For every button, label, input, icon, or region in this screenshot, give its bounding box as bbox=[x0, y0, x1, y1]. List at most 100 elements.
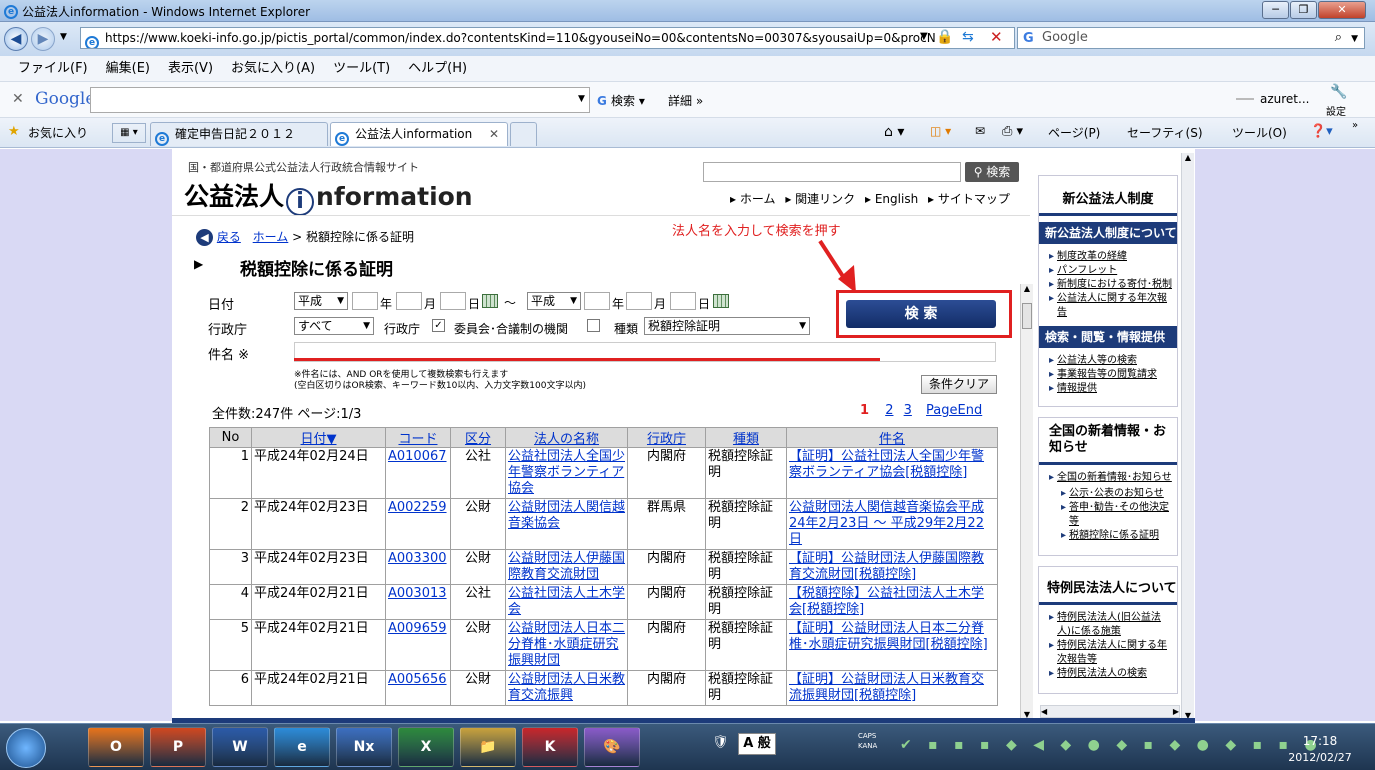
cell-subject-link[interactable]: 公益財団法人関信越音楽協会平成24年2月23日 〜 平成29年2月22日 bbox=[789, 500, 984, 547]
cell-subject-link[interactable]: 【証明】公益財団法人日米教育交流振興財団[税額控除] bbox=[789, 672, 984, 703]
sidebar-link[interactable]: 税額控除に係る証明 bbox=[1061, 529, 1173, 543]
site-search-button[interactable]: ⚲ 検索 bbox=[965, 162, 1019, 182]
clock-time[interactable]: 17:18 bbox=[1290, 734, 1350, 748]
nav-links[interactable]: ▸ 関連リンク bbox=[785, 192, 855, 206]
lock-icon[interactable]: 🔒 bbox=[936, 29, 953, 45]
favorites-star-icon[interactable]: ★ bbox=[8, 124, 20, 139]
refresh-icon[interactable]: ⇆ bbox=[962, 29, 974, 45]
cell-subject-link[interactable]: 【証明】公益社団法人全国少年警察ボランティア協会[税額控除] bbox=[789, 449, 984, 480]
sidebar-link[interactable]: 特例民法法人(旧公益法人)に係る施策 bbox=[1049, 611, 1173, 639]
cell-name[interactable]: 公益財団法人日本二分脊椎･水頭症研究振興財団 bbox=[505, 619, 628, 671]
close-toolbar-icon[interactable]: ✕ bbox=[12, 91, 24, 107]
cell-name[interactable]: 公益財団法人日米教育交流振興 bbox=[505, 670, 628, 706]
col-type[interactable]: 種類 bbox=[705, 427, 787, 448]
sidebar-link[interactable]: 全国の新着情報･お知らせ bbox=[1049, 471, 1173, 485]
cell-name-link[interactable]: 公益財団法人日本二分脊椎･水頭症研究振興財団 bbox=[508, 621, 625, 668]
minimize-button[interactable]: ─ bbox=[1262, 1, 1289, 19]
cell-code[interactable]: A005656 bbox=[385, 670, 451, 706]
cell-subject[interactable]: 【税額控除】公益社団法人土木学会[税額控除] bbox=[786, 584, 998, 620]
nav-home[interactable]: ▸ ホーム bbox=[730, 192, 775, 206]
sidebar-link[interactable]: 事業報告等の閲覧請求 bbox=[1049, 368, 1173, 382]
google-input-dropdown-icon[interactable]: ▼ bbox=[578, 94, 585, 104]
feeds-icon[interactable]: ◫ ▾ bbox=[930, 124, 951, 138]
new-tab-button[interactable] bbox=[510, 122, 537, 146]
era-select-to[interactable]: 平成 ▼ bbox=[527, 292, 581, 310]
forward-nav-icon[interactable]: ▶ bbox=[31, 27, 55, 51]
calendar-icon[interactable] bbox=[482, 294, 498, 308]
cell-code[interactable]: A003300 bbox=[385, 549, 451, 585]
committee-checkbox[interactable] bbox=[587, 319, 600, 332]
sidebar-link[interactable]: 公示･公表のお知らせ bbox=[1061, 487, 1173, 501]
sort-agency-link[interactable]: 行政庁 bbox=[647, 432, 686, 447]
taskbar-app-5[interactable]: X bbox=[398, 727, 454, 767]
google-search-button[interactable]: G 検索 ▾ bbox=[597, 92, 645, 109]
tray-icons-left[interactable]: 🛡 bbox=[712, 735, 729, 750]
menu-view[interactable]: 表示(V) bbox=[168, 56, 213, 82]
taskbar-app-0[interactable]: O bbox=[88, 727, 144, 767]
col-subject[interactable]: 件名 bbox=[786, 427, 998, 448]
cell-code[interactable]: A009659 bbox=[385, 619, 451, 671]
clock-date[interactable]: 2012/02/27 bbox=[1270, 751, 1370, 764]
col-date[interactable]: 日付▼ bbox=[251, 427, 386, 448]
sort-subject-link[interactable]: 件名 bbox=[879, 432, 905, 447]
cell-subject-link[interactable]: 【証明】公益財団法人日本二分脊椎･水頭症研究振興財団[税額控除] bbox=[789, 621, 988, 652]
scroll-up-icon[interactable]: ▲ bbox=[1021, 284, 1033, 293]
cell-name-link[interactable]: 公益社団法人土木学会 bbox=[508, 586, 625, 617]
agency-select[interactable]: すべて ▼ bbox=[294, 317, 374, 335]
sort-type-link[interactable]: 種類 bbox=[733, 432, 759, 447]
agency-checkbox[interactable]: ✓ bbox=[432, 319, 445, 332]
taskbar-app-1[interactable]: P bbox=[150, 727, 206, 767]
col-agency[interactable]: 行政庁 bbox=[627, 427, 706, 448]
sidebar-link[interactable]: パンフレット bbox=[1049, 264, 1173, 278]
safety-menu[interactable]: セーフティ(S) bbox=[1127, 124, 1203, 141]
cell-code[interactable]: A002259 bbox=[385, 498, 451, 550]
page-end-link[interactable]: PageEnd bbox=[926, 403, 982, 418]
cell-name-link[interactable]: 公益社団法人全国少年警察ボランティア協会 bbox=[508, 449, 625, 496]
calendar-icon[interactable] bbox=[713, 294, 729, 308]
print-icon[interactable]: ⎙ ▾ bbox=[1002, 124, 1023, 139]
address-bar[interactable]: e https://www.koeki-info.go.jp/pictis_po… bbox=[80, 27, 1015, 49]
cell-subject[interactable]: 【証明】公益財団法人伊藤国際教育交流財団[税額控除] bbox=[786, 549, 998, 585]
cell-name-link[interactable]: 公益財団法人日米教育交流振興 bbox=[508, 672, 625, 703]
tray-icons[interactable]: ✔ ▪ ▪ ▪ ◆ ◀ ◆ ● ◆ ▪ ◆ ● ◆ ▪ ▪ ● bbox=[900, 737, 1323, 753]
taskbar-app-4[interactable]: Nx bbox=[336, 727, 392, 767]
sidebar-link[interactable]: 特例民法法人の検索 bbox=[1049, 667, 1173, 681]
sort-date-link[interactable]: 日付▼ bbox=[301, 432, 337, 447]
ime-indicator[interactable]: A 般 bbox=[738, 733, 776, 755]
menu-file[interactable]: ファイル(F) bbox=[18, 56, 88, 82]
sidebar-link[interactable]: 公益法人等の検索 bbox=[1049, 354, 1173, 368]
sidebar-link[interactable]: 公益法人に関する年次報告 bbox=[1049, 292, 1173, 320]
taskbar-app-2[interactable]: W bbox=[212, 727, 268, 767]
start-button[interactable] bbox=[6, 728, 46, 768]
scroll-thumb[interactable] bbox=[1022, 303, 1032, 329]
cell-code-link[interactable]: A010067 bbox=[388, 449, 447, 464]
details-button[interactable]: 詳細 » bbox=[668, 92, 703, 109]
site-search-input[interactable] bbox=[703, 162, 961, 182]
cell-subject[interactable]: 公益財団法人関信越音楽協会平成24年2月23日 〜 平成29年2月22日 bbox=[786, 498, 998, 550]
tab-tax-diary[interactable]: e 確定申告日記２０１２ bbox=[150, 122, 328, 146]
year-to-input[interactable] bbox=[584, 292, 610, 310]
close-button[interactable]: ✕ bbox=[1318, 1, 1366, 19]
taskbar-app-3[interactable]: e bbox=[274, 727, 330, 767]
cell-name[interactable]: 公益社団法人土木学会 bbox=[505, 584, 628, 620]
menu-favorites[interactable]: お気に入り(A) bbox=[231, 56, 315, 82]
site-logo[interactable]: 公益法人 i nformation bbox=[184, 177, 473, 216]
cell-code-link[interactable]: A003300 bbox=[388, 551, 447, 566]
page-scrollbar[interactable]: ▲ ▼ bbox=[1181, 153, 1194, 720]
wrench-icon[interactable]: 🔧 bbox=[1330, 84, 1347, 100]
history-dropdown-icon[interactable]: ▼ bbox=[60, 32, 67, 42]
col-code[interactable]: コード bbox=[385, 427, 451, 448]
cell-code[interactable]: A010067 bbox=[385, 447, 451, 499]
cell-name-link[interactable]: 公益財団法人伊藤国際教育交流財団 bbox=[508, 551, 625, 582]
taskbar-app-7[interactable]: K bbox=[522, 727, 578, 767]
cell-subject[interactable]: 【証明】公益財団法人日本二分脊椎･水頭症研究振興財団[税額控除] bbox=[786, 619, 998, 671]
cell-name[interactable]: 公益財団法人伊藤国際教育交流財団 bbox=[505, 549, 628, 585]
help-icon[interactable]: ❓▾ bbox=[1310, 124, 1333, 139]
settings-label[interactable]: 設定 bbox=[1326, 103, 1346, 118]
cell-code[interactable]: A003013 bbox=[385, 584, 451, 620]
menu-help[interactable]: ヘルプ(H) bbox=[408, 56, 467, 82]
cell-name[interactable]: 公益財団法人関信越音楽協会 bbox=[505, 498, 628, 550]
sort-code-link[interactable]: コード bbox=[398, 432, 437, 447]
maximize-button[interactable]: ❐ bbox=[1290, 1, 1317, 19]
sort-kind-link[interactable]: 区分 bbox=[465, 432, 491, 447]
